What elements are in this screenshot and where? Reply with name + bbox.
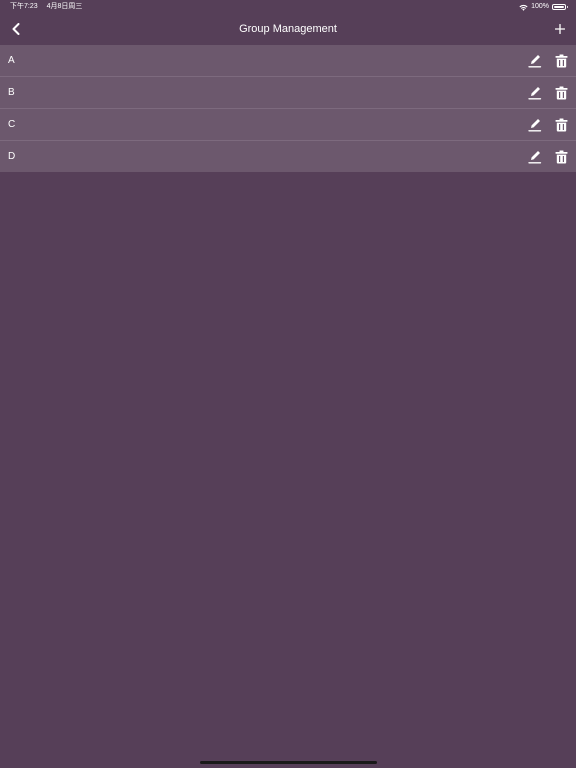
group-list: A B C D [0,45,576,172]
delete-button[interactable] [553,52,569,69]
edit-button[interactable] [527,84,543,101]
edit-button[interactable] [527,52,543,69]
delete-button[interactable] [553,84,569,101]
status-bar: 下午7:23 4月8日周三 100% [0,0,576,14]
navigation-bar: Group Management [0,14,576,45]
group-row[interactable]: A [0,45,576,77]
group-row[interactable]: D [0,141,576,172]
group-row[interactable]: B [0,77,576,109]
trash-icon [555,54,567,67]
pencil-icon [528,119,542,132]
status-time: 下午7:23 [10,3,38,10]
delete-button[interactable] [553,148,569,165]
battery-fill [554,6,564,8]
status-date: 4月8日周三 [46,3,83,10]
status-right: 100% [519,0,568,14]
battery-icon [552,4,568,10]
group-row[interactable]: C [0,109,576,141]
pencil-icon [528,55,542,68]
trash-icon [555,150,567,163]
home-indicator[interactable] [200,761,377,764]
edit-button[interactable] [527,148,543,165]
pencil-icon [528,87,542,100]
plus-icon [555,24,565,34]
group-name: C [8,119,16,130]
group-name: D [8,151,16,162]
trash-icon [555,86,567,99]
status-left: 下午7:23 4月8日周三 [10,0,82,14]
trash-icon [555,118,567,131]
page-title: Group Management [239,23,337,35]
edit-button[interactable] [527,116,543,133]
delete-button[interactable] [553,116,569,133]
battery-percent: 100% [531,3,549,10]
wifi-icon [519,4,528,11]
add-group-button[interactable] [550,19,570,39]
group-name: A [8,55,15,66]
group-name: B [8,87,15,98]
pencil-icon [528,151,542,164]
